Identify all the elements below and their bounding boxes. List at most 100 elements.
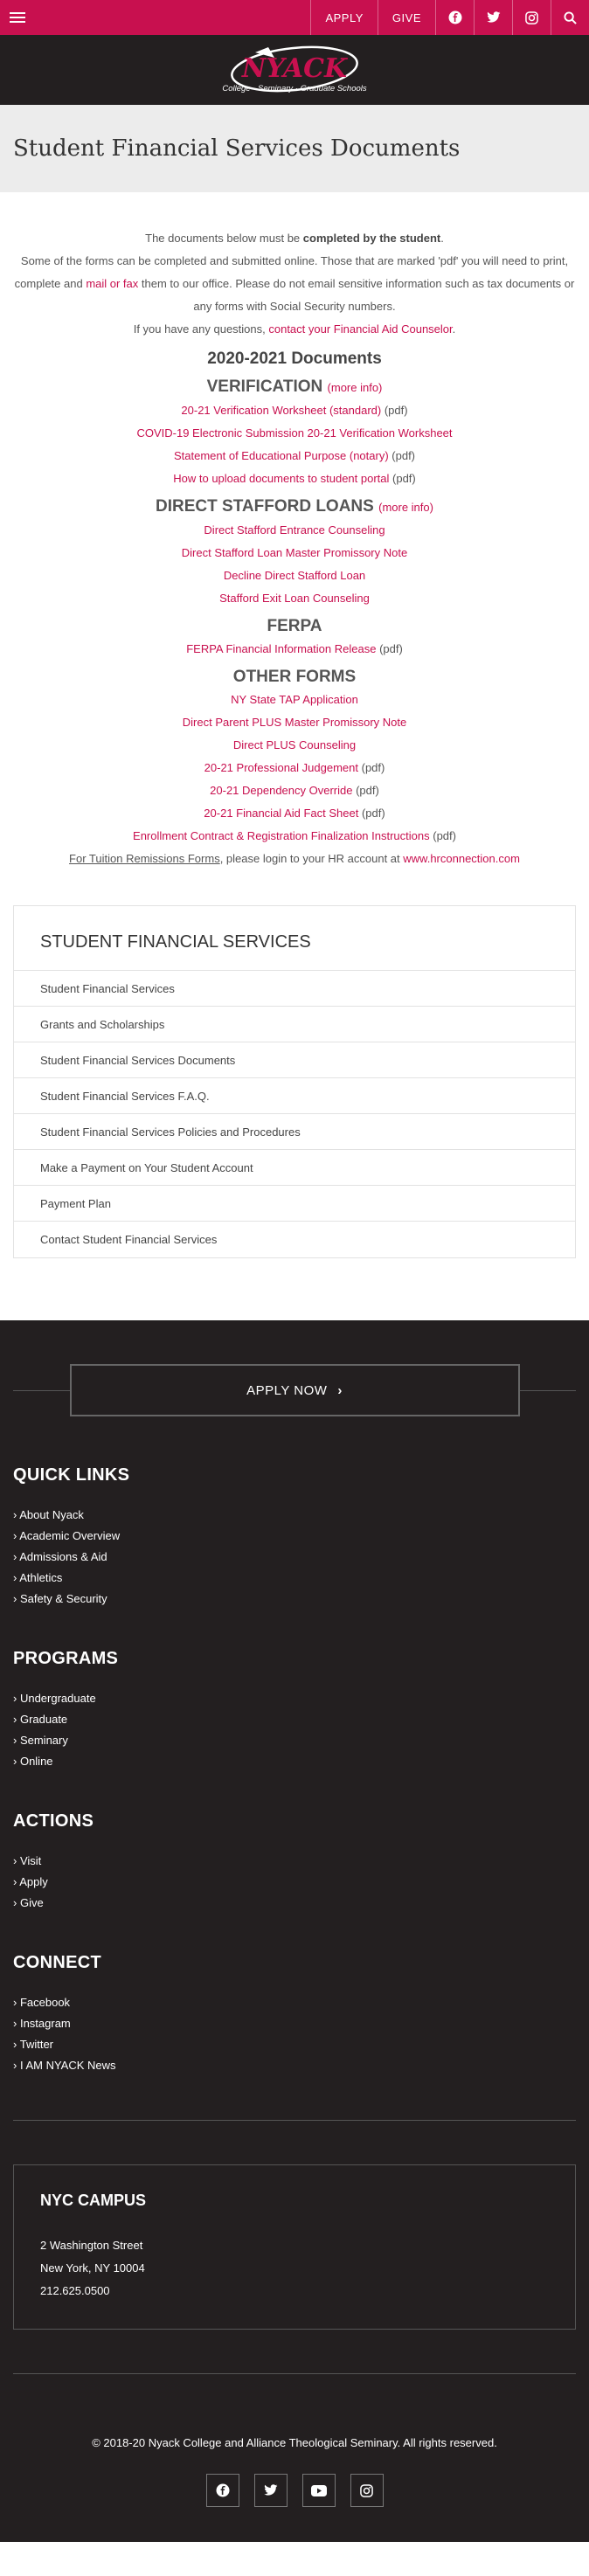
doc-link[interactable]: 20-21 Professional Judgement [204, 761, 358, 774]
footer-link[interactable]: › Online [13, 1751, 576, 1772]
give-button[interactable]: GIVE [377, 0, 435, 35]
sfs-nav-item[interactable]: Student Financial Services Documents [14, 1042, 575, 1078]
footer-link[interactable]: › About Nyack [13, 1505, 576, 1526]
footer-divider [13, 2373, 576, 2374]
footer-link[interactable]: › Safety & Security [13, 1589, 576, 1610]
intro-line-1: The documents below must be completed by… [13, 227, 576, 250]
doc-row: Direct PLUS Counseling [13, 734, 576, 757]
menu-icon[interactable] [0, 0, 35, 35]
page-title: Student Financial Services Documents [13, 135, 461, 162]
footer-link-label: Undergraduate [19, 1692, 96, 1705]
footer-link[interactable]: › Apply [13, 1872, 576, 1893]
footer-link-label: Seminary [19, 1734, 68, 1747]
main-content: The documents below must be completed by… [0, 192, 589, 870]
apply-button[interactable]: APPLY [310, 0, 377, 35]
instagram-icon[interactable] [350, 2474, 384, 2507]
doc-link[interactable]: COVID-19 Electronic Submission 20-21 Ver… [136, 426, 452, 440]
doc-link[interactable]: Direct Stafford Entrance Counseling [204, 523, 385, 537]
footer-link-label: Give [19, 1896, 44, 1909]
connect-heading: CONNECT [13, 1953, 101, 1972]
doc-link[interactable]: 20-21 Financial Aid Fact Sheet [204, 807, 358, 820]
sfs-nav-item[interactable]: Student Financial Services [14, 971, 575, 1007]
footer-link[interactable]: › Seminary [13, 1730, 576, 1751]
mail-or-fax-link[interactable]: mail or fax [86, 277, 138, 290]
apply-now-button[interactable]: APPLY NOW › [69, 1364, 520, 1416]
twitter-icon[interactable] [253, 2474, 288, 2507]
doc-link[interactable]: Enrollment Contract & Registration Final… [133, 829, 430, 842]
intro-line-3: If you have any questions, contact your … [13, 318, 576, 341]
footer-link-label: Online [19, 1755, 53, 1768]
footer-link-label: Visit [19, 1854, 42, 1867]
contact-counselor-link[interactable]: contact your Financial Aid Counselor [268, 322, 452, 336]
logo-tagline: College · Seminary · Graduate Schools [222, 84, 367, 93]
documents-list: 2020-2021 Documents VERIFICATION (more i… [13, 348, 576, 870]
footer-link[interactable]: › Twitter [13, 2034, 576, 2055]
sfs-nav-item[interactable]: Grants and Scholarships [14, 1007, 575, 1042]
footer-link[interactable]: › Admissions & Aid [13, 1547, 576, 1568]
footer-link[interactable]: › Give [13, 1893, 576, 1914]
footer-link[interactable]: › Instagram [13, 2013, 576, 2034]
campus-phone[interactable]: 212.625.0500 [40, 2280, 549, 2302]
instagram-icon[interactable] [512, 0, 551, 35]
doc-link[interactable]: Decline Direct Stafford Loan [224, 569, 365, 582]
footer-link[interactable]: › Facebook [13, 1992, 576, 2013]
quick-links-group: QUICK LINKS › About Nyack › Academic Ove… [0, 1465, 589, 1610]
intro-text: them to our office. Please do not email … [138, 277, 575, 313]
doc-row: 20-21 Financial Aid Fact Sheet (pdf) [13, 802, 576, 825]
footer-link[interactable]: › Graduate [13, 1709, 576, 1730]
nyack-logo[interactable]: NYACK College · Seminary · Graduate Scho… [220, 40, 369, 100]
sfs-nav-item[interactable]: Student Financial Services Policies and … [14, 1114, 575, 1150]
sfs-nav-item[interactable]: Contact Student Financial Services [14, 1222, 575, 1257]
youtube-icon[interactable] [301, 2474, 336, 2507]
footer-link-label: Twitter [19, 2038, 54, 2051]
doc-link[interactable]: FERPA Financial Information Release [186, 642, 376, 655]
doc-link[interactable]: 20-21 Verification Worksheet (standard) [181, 404, 381, 417]
footer-social [0, 2474, 589, 2542]
doc-link[interactable]: 20-21 Dependency Override [210, 784, 352, 797]
actions-heading: ACTIONS [13, 1811, 94, 1831]
footer-link-label: About Nyack [19, 1508, 84, 1521]
intro-text: . [452, 322, 456, 336]
footer-link[interactable]: › I AM NYACK News [13, 2055, 576, 2076]
doc-link[interactable]: How to upload documents to student porta… [173, 472, 389, 485]
sfs-nav-item[interactable]: Make a Payment on Your Student Account [14, 1150, 575, 1186]
verification-heading: VERIFICATION (more info) [13, 376, 576, 399]
doc-link[interactable]: NY State TAP Application [231, 693, 358, 706]
apply-now-label: APPLY NOW [246, 1382, 328, 1398]
search-icon[interactable] [551, 0, 589, 35]
doc-row: 20-21 Professional Judgement (pdf) [13, 757, 576, 779]
intro-text: The documents below must be [145, 232, 303, 245]
doc-link[interactable]: Statement of Educational Purpose (notary… [174, 449, 389, 462]
sfs-section-nav: STUDENT FINANCIAL SERVICES Student Finan… [13, 905, 576, 1258]
doc-row: Direct Stafford Loan Master Promissory N… [13, 542, 576, 564]
footer-link[interactable]: › Undergraduate [13, 1688, 576, 1709]
footer-link-label: Athletics [19, 1571, 63, 1584]
footer-link[interactable]: › Visit [13, 1851, 576, 1872]
sfs-nav-item[interactable]: Student Financial Services F.A.Q. [14, 1078, 575, 1114]
doc-format: (pdf) [389, 472, 416, 485]
other-forms-heading: OTHER FORMS [232, 668, 357, 686]
doc-link[interactable]: Direct PLUS Counseling [233, 738, 356, 751]
facebook-icon[interactable] [205, 2474, 239, 2507]
year-heading: 2020-2021 Documents [207, 350, 382, 368]
campus-address-line: New York, NY 10004 [40, 2261, 145, 2275]
doc-link[interactable]: Stafford Exit Loan Counseling [219, 592, 370, 605]
doc-row: FERPA Financial Information Release (pdf… [13, 638, 576, 661]
doc-link[interactable]: Direct Stafford Loan Master Promissory N… [182, 546, 407, 559]
stafford-more-info-link[interactable]: (more info) [378, 501, 433, 514]
other-docs: NY State TAP Application Direct Parent P… [13, 689, 576, 848]
twitter-icon[interactable] [474, 0, 512, 35]
sfs-nav-item[interactable]: Payment Plan [14, 1186, 575, 1222]
footer-link[interactable]: › Academic Overview [13, 1526, 576, 1547]
sfs-nav-title: STUDENT FINANCIAL SERVICES [14, 906, 575, 971]
doc-row: Stafford Exit Loan Counseling [13, 587, 576, 610]
footer-link-label: Apply [19, 1875, 48, 1888]
footer-link-label: Facebook [19, 1996, 71, 2009]
facebook-icon[interactable] [435, 0, 474, 35]
tuition-remission-forms-link[interactable]: For Tuition Remissions Forms [69, 852, 220, 865]
footer-link[interactable]: › Athletics [13, 1568, 576, 1589]
footer-link-label: I AM NYACK News [19, 2059, 116, 2072]
verification-more-info-link[interactable]: (more info) [328, 381, 383, 394]
hrconnection-link[interactable]: www.hrconnection.com [403, 852, 520, 865]
doc-link[interactable]: Direct Parent PLUS Master Promissory Not… [183, 716, 406, 729]
